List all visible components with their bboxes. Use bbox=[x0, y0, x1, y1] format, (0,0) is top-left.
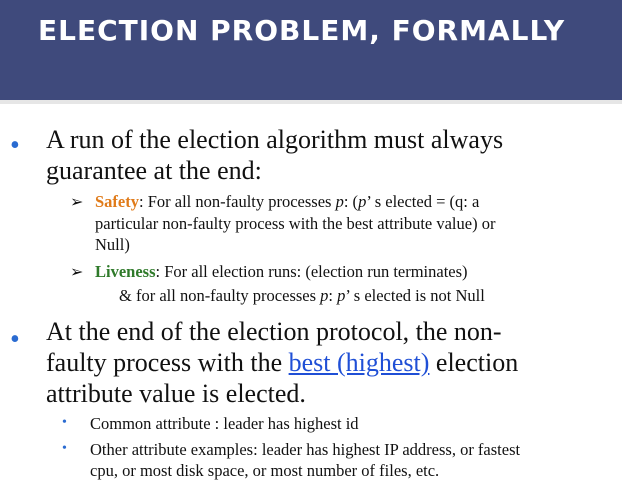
safety-var-p: p bbox=[335, 192, 344, 211]
slide-title: Election Problem, Formally bbox=[38, 14, 566, 47]
liveness-line2-c: ’ s elected is not Null bbox=[345, 286, 485, 305]
safety-line1: Safety: For all non-faulty processes p: … bbox=[95, 192, 479, 212]
sub1-text: Common attribute : leader has highest id bbox=[90, 414, 359, 433]
liveness-line2-b: : bbox=[328, 286, 338, 305]
bullet-icon: • bbox=[10, 324, 20, 355]
arrow-icon: ➢ bbox=[70, 192, 84, 211]
bullet2-line1: At the end of the election protocol, the… bbox=[46, 317, 502, 346]
bullet2-line3: attribute value is elected. bbox=[46, 379, 306, 408]
best-highest-link[interactable]: best (highest) bbox=[289, 348, 430, 377]
liveness-keyword: Liveness bbox=[95, 262, 156, 281]
bullet-icon: • bbox=[10, 130, 20, 161]
bullet2-line2-a: faulty process with the bbox=[46, 348, 289, 377]
bullet2-line2-b: election bbox=[429, 348, 519, 377]
title-bar: Election Problem, Formally bbox=[0, 0, 622, 104]
sub2-line1: Other attribute examples: leader has hig… bbox=[90, 440, 521, 459]
sub2-line2: cpu, or most disk space, or most number … bbox=[90, 461, 440, 480]
bullet1-line2: guarantee at the end: bbox=[46, 156, 262, 185]
safety-line2: particular non-faulty process with the b… bbox=[95, 214, 496, 233]
sub-bullet-icon: • bbox=[62, 441, 67, 456]
sub-bullet-icon: • bbox=[62, 415, 67, 430]
safety-text-c: ’ s elected = (q: a bbox=[366, 192, 480, 211]
bullet2-line2: faulty process with the best (highest) e… bbox=[46, 347, 518, 378]
safety-text-a: For all non-faulty processes bbox=[143, 192, 336, 211]
safety-line3: Null) bbox=[95, 235, 130, 254]
bullet1-line1: A run of the election algorithm must alw… bbox=[46, 125, 504, 154]
liveness-text-a: : For all election runs: (election run t… bbox=[155, 262, 468, 281]
liveness-line2-a: & for all non-faulty processes bbox=[119, 286, 321, 305]
liveness-line2: & for all non-faulty processes p: p’ s e… bbox=[119, 286, 485, 306]
safety-keyword: Safety bbox=[95, 192, 139, 211]
arrow-icon: ➢ bbox=[70, 262, 84, 281]
safety-text-b: : ( bbox=[343, 192, 359, 211]
liveness-line1: Liveness: For all election runs: (electi… bbox=[95, 262, 468, 282]
slide-content: • A run of the election algorithm must a… bbox=[0, 104, 622, 491]
